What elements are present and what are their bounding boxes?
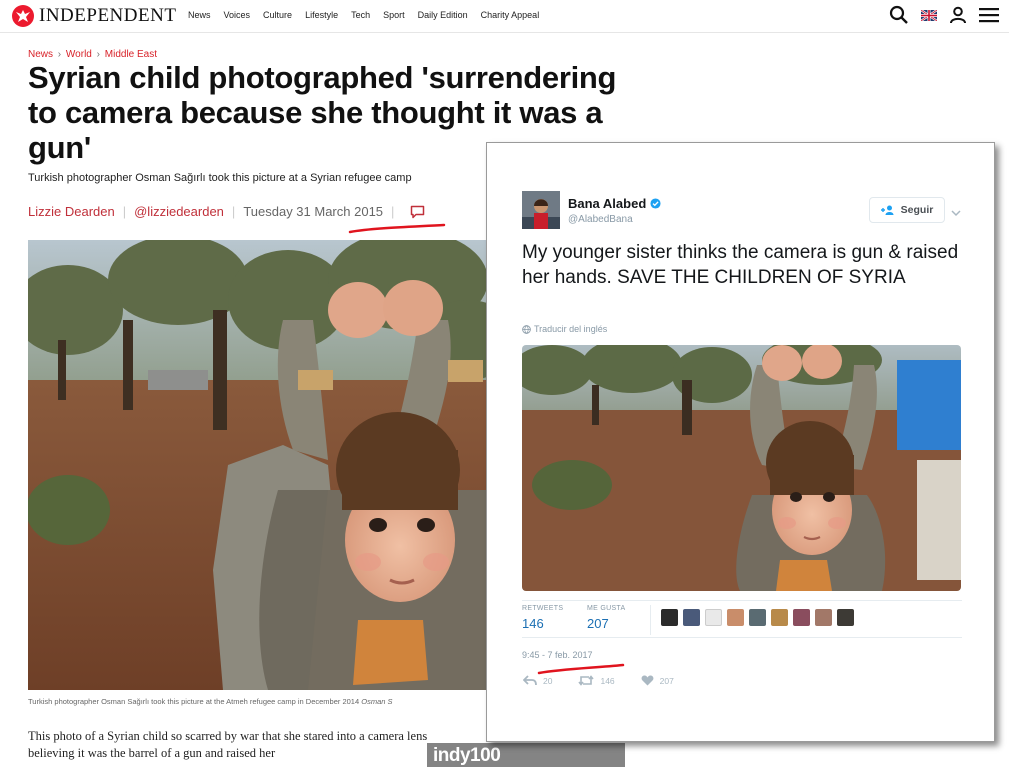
verified-badge-icon — [650, 198, 661, 209]
likes-stat[interactable]: ME GUSTA 207 — [587, 605, 625, 631]
user-icon[interactable] — [949, 6, 967, 24]
liker-avatar[interactable] — [837, 609, 854, 626]
tweet-author-name[interactable]: Bana Alabed — [568, 196, 661, 211]
stats-divider — [522, 637, 962, 638]
liker-avatar[interactable] — [793, 609, 810, 626]
breadcrumb-world[interactable]: World — [66, 49, 92, 60]
translate-link[interactable]: Traducir del inglés — [522, 324, 607, 334]
like-button[interactable]: 207 — [641, 675, 674, 686]
liker-avatar[interactable] — [661, 609, 678, 626]
article-standfirst: Turkish photographer Osman Sağırlı took … — [28, 172, 412, 184]
nav-item-voices[interactable]: Voices — [224, 10, 251, 20]
reply-count: 20 — [543, 675, 553, 686]
retweets-stat[interactable]: RETWEETS 146 — [522, 605, 563, 631]
follow-icon — [880, 205, 896, 215]
retweet-button[interactable]: 146 — [578, 675, 615, 686]
nav-item-sport[interactable]: Sport — [383, 10, 405, 20]
caption-credit: Osman S — [361, 697, 393, 706]
nav-item-charity-appeal[interactable]: Charity Appeal — [481, 10, 540, 20]
likes-value: 207 — [587, 616, 609, 631]
tweet-actions: 20 146 207 — [523, 675, 700, 686]
site-logo[interactable]: INDEPENDENT — [12, 4, 176, 28]
heart-icon — [641, 675, 654, 686]
menu-icon[interactable] — [979, 7, 999, 23]
main-nav: News Voices Culture Lifestyle Tech Sport… — [188, 10, 552, 20]
liker-avatar[interactable] — [815, 609, 832, 626]
retweets-value: 146 — [522, 616, 544, 631]
liker-avatar[interactable] — [771, 609, 788, 626]
avatar[interactable] — [522, 191, 560, 229]
eagle-logo-icon — [12, 5, 34, 27]
date-underline-annotation — [348, 223, 446, 234]
nav-item-culture[interactable]: Culture — [263, 10, 292, 20]
follow-button[interactable]: Seguir — [869, 197, 945, 223]
liker-avatar[interactable] — [683, 609, 700, 626]
liker-avatar[interactable] — [727, 609, 744, 626]
liker-avatar[interactable] — [749, 609, 766, 626]
chevron-down-icon[interactable] — [951, 204, 961, 222]
tweet-author-handle[interactable]: @AlabedBana — [568, 214, 633, 225]
header-icons — [877, 5, 999, 25]
comment-icon[interactable] — [410, 205, 425, 219]
like-count: 207 — [659, 675, 674, 686]
nav-item-tech[interactable]: Tech — [351, 10, 370, 20]
article-byline: Lizzie Dearden | @lizziedearden | Tuesda… — [28, 204, 425, 219]
stats-divider — [522, 600, 962, 601]
photo-caption: Turkish photographer Osman Sağırlı took … — [28, 697, 486, 706]
byline-divider: | — [391, 204, 395, 219]
timestamp-underline-annotation — [537, 663, 625, 675]
reply-icon — [523, 675, 537, 686]
translate-label: Traducir del inglés — [534, 324, 608, 334]
breadcrumb-separator: › — [57, 49, 62, 60]
breadcrumb-news[interactable]: News — [28, 49, 53, 60]
author-twitter-link[interactable]: @lizziedearden — [134, 204, 224, 219]
uk-flag-icon[interactable] — [921, 9, 937, 21]
breadcrumb: News › World › Middle East — [28, 49, 157, 60]
article-body: This photo of a Syrian child so scarred … — [28, 729, 428, 760]
liker-avatar[interactable] — [705, 609, 722, 626]
site-header: INDEPENDENT News Voices Culture Lifestyl… — [0, 0, 1009, 33]
follow-label: Seguir — [900, 204, 934, 216]
retweet-icon — [578, 675, 595, 686]
article-date: Tuesday 31 March 2015 — [243, 204, 384, 219]
embedded-tweet: Bana Alabed @AlabedBana Seguir My younge… — [486, 142, 995, 742]
tweet-text: My younger sister thinks the camera is g… — [522, 242, 959, 288]
indy100-banner[interactable]: indy100 — [427, 743, 625, 767]
byline-divider: | — [122, 204, 127, 219]
reply-button[interactable]: 20 — [523, 675, 552, 686]
search-icon[interactable] — [889, 5, 909, 25]
liker-avatars — [661, 609, 859, 626]
nav-item-daily-edition[interactable]: Daily Edition — [418, 10, 468, 20]
retweet-count: 146 — [600, 675, 615, 686]
likes-label: ME GUSTA — [587, 605, 626, 612]
breadcrumb-separator: › — [96, 49, 100, 60]
breadcrumb-middle-east[interactable]: Middle East — [105, 49, 157, 60]
byline-divider: | — [231, 204, 236, 219]
tweet-photo[interactable] — [522, 345, 961, 591]
retweets-label: RETWEETS — [522, 605, 564, 612]
tweet-timestamp[interactable]: 9:45 - 7 feb. 2017 — [522, 650, 593, 660]
nav-item-news[interactable]: News — [188, 10, 211, 20]
article-photo[interactable] — [28, 240, 488, 690]
logo-text: INDEPENDENT — [39, 5, 177, 26]
nav-item-lifestyle[interactable]: Lifestyle — [305, 10, 338, 20]
caption-text: Turkish photographer Osman Sağırlı took … — [28, 697, 360, 706]
author-name-text: Bana Alabed — [568, 196, 647, 211]
author-link[interactable]: Lizzie Dearden — [28, 204, 115, 219]
globe-icon — [522, 324, 531, 334]
stats-vertical-divider — [650, 605, 651, 635]
